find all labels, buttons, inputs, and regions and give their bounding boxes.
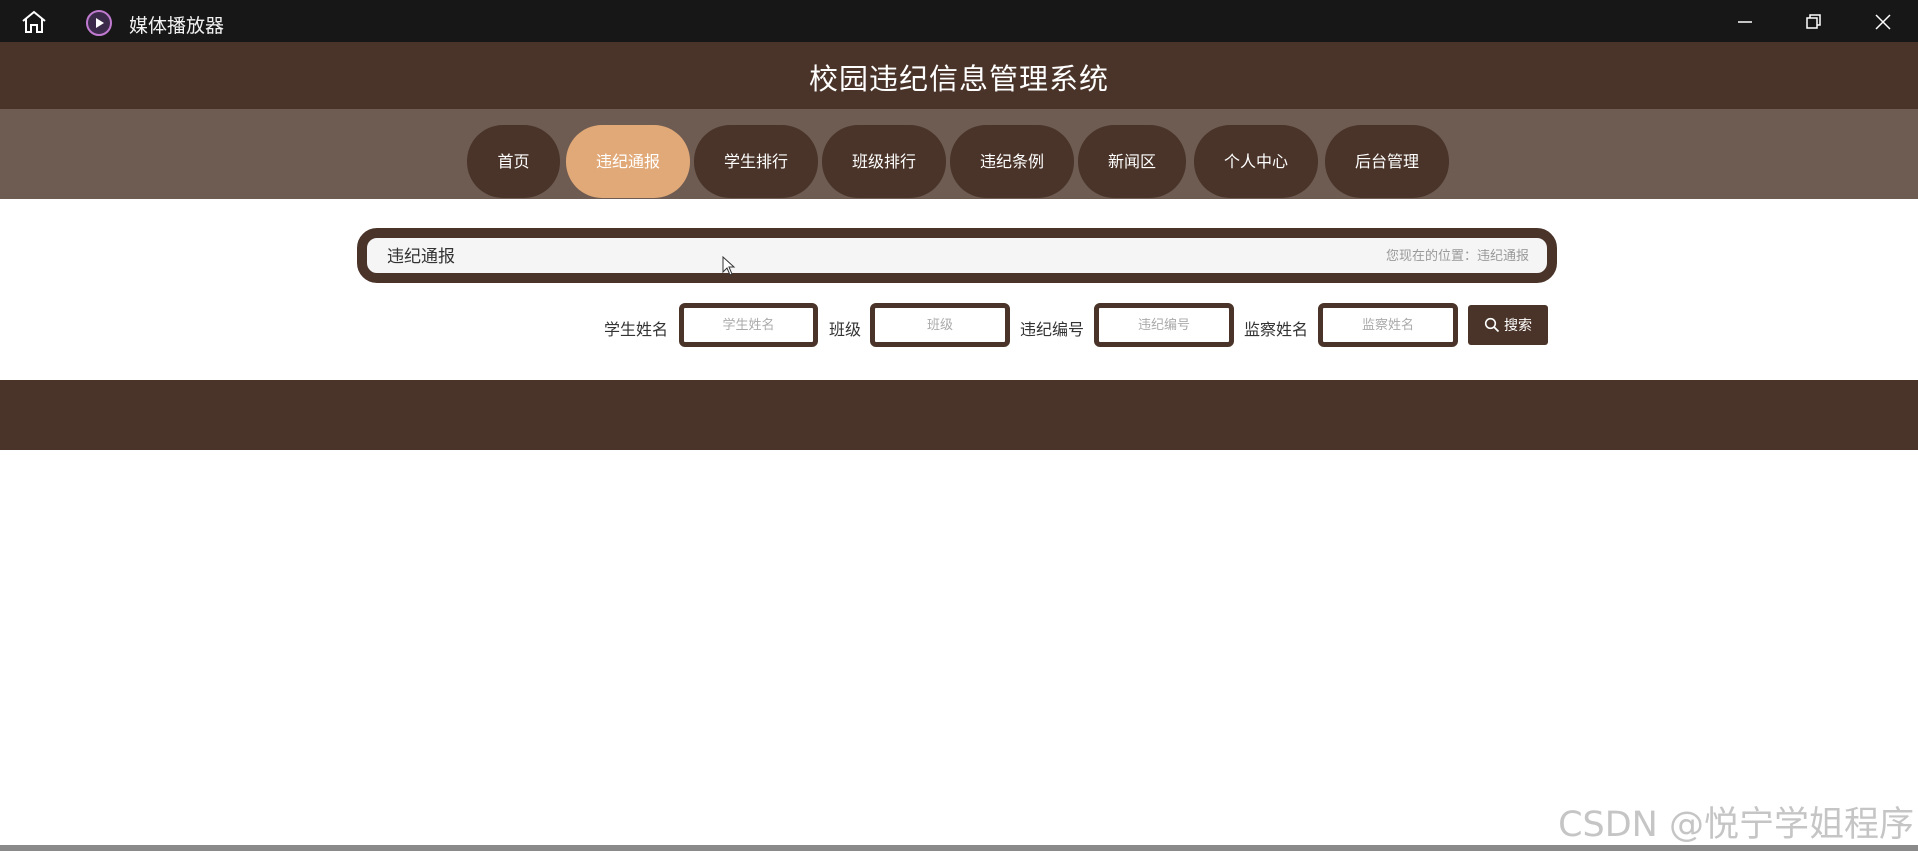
- nav-item-home[interactable]: 首页: [467, 125, 560, 198]
- breadcrumb-location: 您现在的位置：违纪通报: [1386, 245, 1529, 264]
- media-player-icon: [86, 10, 112, 36]
- inspector-label: 监察姓名: [1244, 320, 1309, 339]
- student-name-input[interactable]: [679, 303, 818, 347]
- nav-item-violation-notice[interactable]: 违纪通报: [566, 125, 690, 198]
- bottom-edge: [0, 845, 1918, 851]
- search-button-label: 搜索: [1504, 318, 1532, 334]
- search-button[interactable]: 搜索: [1468, 305, 1548, 345]
- nav-item-student-ranking[interactable]: 学生排行: [694, 125, 818, 198]
- window-titlebar: 媒体播放器: [0, 0, 1918, 42]
- home-icon[interactable]: [20, 10, 48, 34]
- violation-no-input[interactable]: [1094, 303, 1234, 347]
- student-name-label: 学生姓名: [604, 320, 669, 339]
- nav-item-news[interactable]: 新闻区: [1078, 125, 1186, 198]
- site-header: 校园违纪信息管理系统: [0, 42, 1918, 109]
- class-label: 班级: [829, 320, 862, 339]
- restore-icon[interactable]: [1803, 12, 1823, 32]
- watermark: CSDN @悦宁学姐程序: [1558, 805, 1914, 845]
- site-title: 校园违纪信息管理系统: [808, 62, 1109, 96]
- violation-no-label: 违纪编号: [1020, 320, 1085, 339]
- window-title: 媒体播放器: [129, 15, 225, 37]
- inspector-input[interactable]: [1318, 303, 1458, 347]
- footer-band: [0, 380, 1918, 450]
- nav-item-class-ranking[interactable]: 班级排行: [822, 125, 946, 198]
- page-title: 违纪通报: [387, 247, 455, 267]
- search-icon: [1484, 317, 1500, 333]
- mouse-cursor-icon: [722, 256, 736, 276]
- nav-item-violation-rules[interactable]: 违纪条例: [950, 125, 1074, 198]
- breadcrumb: 违纪通报 您现在的位置：违纪通报: [357, 228, 1557, 283]
- breadcrumb-location-current[interactable]: 违纪通报: [1477, 249, 1529, 264]
- main-nav: 首页 违纪通报 学生排行 班级排行 违纪条例 新闻区 个人中心 后台管理: [0, 109, 1918, 199]
- nav-item-admin[interactable]: 后台管理: [1325, 125, 1449, 198]
- class-input[interactable]: [870, 303, 1010, 347]
- close-icon[interactable]: [1873, 12, 1893, 32]
- breadcrumb-location-prefix: 您现在的位置：: [1385, 249, 1477, 264]
- minimize-icon[interactable]: [1735, 12, 1755, 32]
- nav-item-personal-center[interactable]: 个人中心: [1194, 125, 1318, 198]
